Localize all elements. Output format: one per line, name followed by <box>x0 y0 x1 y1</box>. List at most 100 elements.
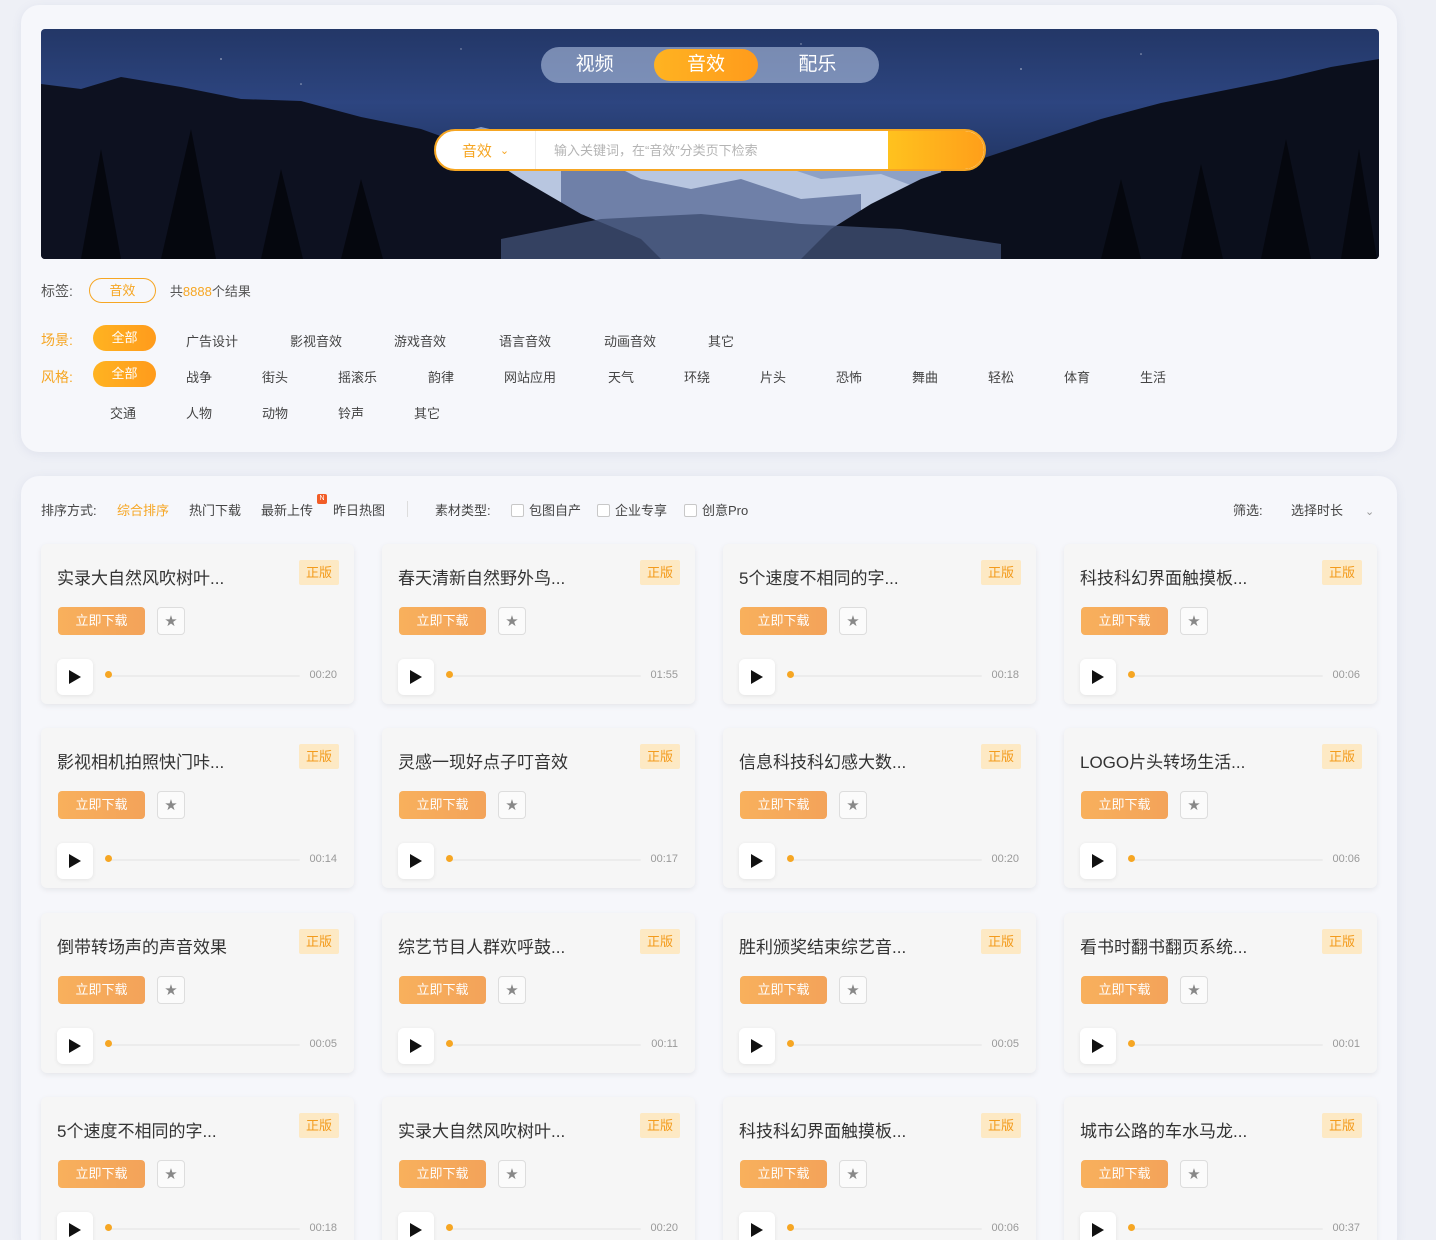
favorite-button[interactable]: ★ <box>157 607 185 635</box>
play-button[interactable] <box>398 1028 434 1064</box>
style-option[interactable]: 天气 <box>608 367 634 386</box>
sound-title[interactable]: 科技科幻界面触摸板... <box>1080 564 1300 589</box>
sound-title[interactable]: 倒带转场声的声音效果 <box>57 933 277 958</box>
style-option[interactable]: 人物 <box>186 403 212 422</box>
style-option[interactable]: 网站应用 <box>504 367 556 386</box>
play-button[interactable] <box>398 843 434 879</box>
sound-title[interactable]: 5个速度不相同的字... <box>739 564 959 589</box>
progress-track[interactable] <box>788 1228 982 1230</box>
progress-track[interactable] <box>447 1228 641 1230</box>
progress-handle[interactable] <box>787 855 794 862</box>
play-button[interactable] <box>57 843 93 879</box>
favorite-button[interactable]: ★ <box>157 976 185 1004</box>
checkbox[interactable] <box>597 504 610 517</box>
favorite-button[interactable]: ★ <box>157 1160 185 1188</box>
progress-handle[interactable] <box>787 1040 794 1047</box>
progress-handle[interactable] <box>105 1224 112 1231</box>
download-button[interactable]: 立即下载 <box>740 607 827 635</box>
progress-track[interactable] <box>106 1228 300 1230</box>
sort-option-comprehensive[interactable]: 综合排序 <box>117 500 169 519</box>
favorite-button[interactable]: ★ <box>839 607 867 635</box>
download-button[interactable]: 立即下载 <box>1081 976 1168 1004</box>
progress-handle[interactable] <box>1128 1224 1135 1231</box>
download-button[interactable]: 立即下载 <box>740 791 827 819</box>
play-button[interactable] <box>739 659 775 695</box>
style-option[interactable]: 环绕 <box>684 367 710 386</box>
progress-track[interactable] <box>1129 859 1323 861</box>
favorite-button[interactable]: ★ <box>839 1160 867 1188</box>
progress-track[interactable] <box>1129 1044 1323 1046</box>
progress-handle[interactable] <box>105 855 112 862</box>
play-button[interactable] <box>57 1212 93 1240</box>
progress-track[interactable] <box>106 675 300 677</box>
scene-option[interactable]: 语言音效 <box>499 331 551 350</box>
download-button[interactable]: 立即下载 <box>399 607 486 635</box>
download-button[interactable]: 立即下载 <box>740 976 827 1004</box>
progress-track[interactable] <box>1129 675 1323 677</box>
material-type-option[interactable]: 包图自产 <box>511 500 581 519</box>
play-button[interactable] <box>398 1212 434 1240</box>
play-button[interactable] <box>739 843 775 879</box>
download-button[interactable]: 立即下载 <box>399 976 486 1004</box>
download-button[interactable]: 立即下载 <box>740 1160 827 1188</box>
progress-handle[interactable] <box>446 1224 453 1231</box>
material-type-option[interactable]: 创意Pro <box>684 500 748 519</box>
play-button[interactable] <box>57 1028 93 1064</box>
style-option[interactable]: 动物 <box>262 403 288 422</box>
sound-title[interactable]: LOGO片头转场生活... <box>1080 748 1300 773</box>
sound-title[interactable]: 影视相机拍照快门咔... <box>57 748 277 773</box>
scene-option-all[interactable]: 全部 <box>93 325 156 351</box>
tab-video[interactable]: 视频 <box>543 49 646 81</box>
style-option[interactable]: 生活 <box>1140 367 1166 386</box>
style-option[interactable]: 片头 <box>760 367 786 386</box>
sound-title[interactable]: 城市公路的车水马龙... <box>1080 1117 1300 1142</box>
style-option-all[interactable]: 全部 <box>93 361 156 387</box>
scene-option[interactable]: 游戏音效 <box>394 331 446 350</box>
style-option[interactable]: 交通 <box>110 403 136 422</box>
progress-track[interactable] <box>447 675 641 677</box>
progress-handle[interactable] <box>1128 855 1135 862</box>
progress-handle[interactable] <box>1128 1040 1135 1047</box>
play-button[interactable] <box>398 659 434 695</box>
checkbox[interactable] <box>684 504 697 517</box>
search-input[interactable] <box>536 142 888 158</box>
play-button[interactable] <box>1080 1028 1116 1064</box>
style-option[interactable]: 体育 <box>1064 367 1090 386</box>
play-button[interactable] <box>57 659 93 695</box>
favorite-button[interactable]: ★ <box>839 791 867 819</box>
style-option[interactable]: 铃声 <box>338 403 364 422</box>
progress-handle[interactable] <box>105 1040 112 1047</box>
progress-handle[interactable] <box>446 671 453 678</box>
progress-handle[interactable] <box>787 671 794 678</box>
search-button[interactable] <box>437 131 984 169</box>
sound-title[interactable]: 春天清新自然野外鸟... <box>398 564 618 589</box>
favorite-button[interactable]: ★ <box>498 791 526 819</box>
progress-track[interactable] <box>106 1044 300 1046</box>
tab-music[interactable]: 配乐 <box>766 49 869 81</box>
favorite-button[interactable]: ★ <box>839 976 867 1004</box>
progress-handle[interactable] <box>1128 671 1135 678</box>
download-button[interactable]: 立即下载 <box>399 1160 486 1188</box>
tab-sound-effects[interactable]: 音效 <box>654 49 758 81</box>
download-button[interactable]: 立即下载 <box>58 607 145 635</box>
sound-title[interactable]: 实录大自然风吹树叶... <box>57 564 277 589</box>
style-option[interactable]: 韵律 <box>428 367 454 386</box>
progress-handle[interactable] <box>787 1224 794 1231</box>
duration-select[interactable]: 选择时长 ⌄ <box>1291 500 1374 519</box>
favorite-button[interactable]: ★ <box>498 607 526 635</box>
sound-title[interactable]: 综艺节目人群欢呼鼓... <box>398 933 618 958</box>
download-button[interactable]: 立即下载 <box>1081 791 1168 819</box>
sort-option-popular[interactable]: 热门下载 <box>189 500 241 519</box>
progress-handle[interactable] <box>446 855 453 862</box>
download-button[interactable]: 立即下载 <box>58 976 145 1004</box>
sort-option-yesterday-hot[interactable]: 昨日热图 <box>333 500 385 519</box>
scene-option[interactable]: 其它 <box>708 331 734 350</box>
download-button[interactable]: 立即下载 <box>58 1160 145 1188</box>
download-button[interactable]: 立即下载 <box>1081 1160 1168 1188</box>
progress-track[interactable] <box>788 859 982 861</box>
style-option[interactable]: 舞曲 <box>912 367 938 386</box>
download-button[interactable]: 立即下载 <box>399 791 486 819</box>
style-option[interactable]: 其它 <box>414 403 440 422</box>
scene-option[interactable]: 广告设计 <box>186 331 238 350</box>
material-type-option[interactable]: 企业专享 <box>597 500 667 519</box>
